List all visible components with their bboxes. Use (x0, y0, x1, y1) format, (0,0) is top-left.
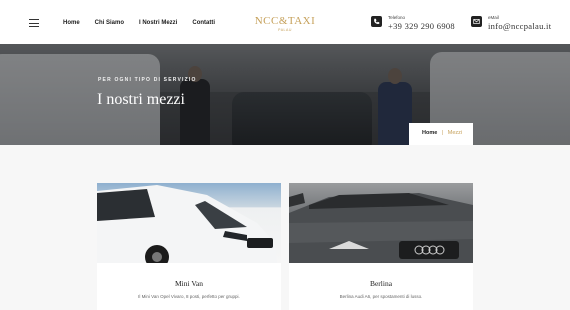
card-description-berlina: Berlina Audi A6, per spostamenti di luss… (339, 294, 423, 299)
phone-icon (371, 16, 382, 27)
logo-subtitle: PALAU (278, 28, 292, 32)
phone-value: +39 329 290 6908 (388, 21, 455, 31)
page-title: I nostri mezzi (97, 91, 185, 108)
main-nav: Home Chi Siamo I Nostri Mezzi Contatti (63, 20, 230, 26)
nav-home[interactable]: Home (63, 20, 80, 26)
nav-chi-siamo[interactable]: Chi Siamo (95, 20, 124, 26)
hero-overlay (0, 44, 570, 145)
berlina-photo (289, 183, 473, 263)
vehicle-card-berlina[interactable]: Berlina Berlina Audi A6, per spostamenti… (289, 183, 473, 310)
site-header: Home Chi Siamo I Nostri Mezzi Contatti N… (0, 0, 570, 44)
card-description-minivan: Il Mini Van Opel Vivaro, 8 posti, perfet… (138, 294, 240, 299)
breadcrumb: Home | Mezzi (409, 123, 473, 145)
nav-nostri-mezzi[interactable]: I Nostri Mezzi (139, 20, 177, 26)
mail-icon (471, 16, 482, 27)
card-title-berlina: Berlina (369, 279, 393, 288)
breadcrumb-separator: | (441, 130, 444, 136)
card-title-minivan: Mini Van (175, 279, 203, 288)
email-contact[interactable]: eMail info@nccpalau.it (471, 15, 551, 31)
email-value: info@nccpalau.it (488, 21, 552, 31)
minivan-photo (97, 183, 281, 263)
vehicle-card-minivan[interactable]: Mini Van Il Mini Van Opel Vivaro, 8 post… (97, 183, 281, 310)
hamburger-icon[interactable] (29, 19, 39, 27)
hero-kicker: PER OGNI TIPO DI SERVIZIO (98, 77, 197, 83)
logo-title: NCC&TAXI (254, 15, 316, 27)
hero-banner: PER OGNI TIPO DI SERVIZIO I nostri mezzi (0, 44, 570, 145)
logo[interactable]: NCC&TAXI PALAU (252, 15, 318, 32)
breadcrumb-current: Mezzi (447, 130, 463, 136)
nav-contatti[interactable]: Contatti (192, 20, 215, 26)
breadcrumb-home[interactable]: Home (422, 130, 437, 136)
phone-contact[interactable]: Telefono +39 329 290 6908 (371, 15, 455, 31)
